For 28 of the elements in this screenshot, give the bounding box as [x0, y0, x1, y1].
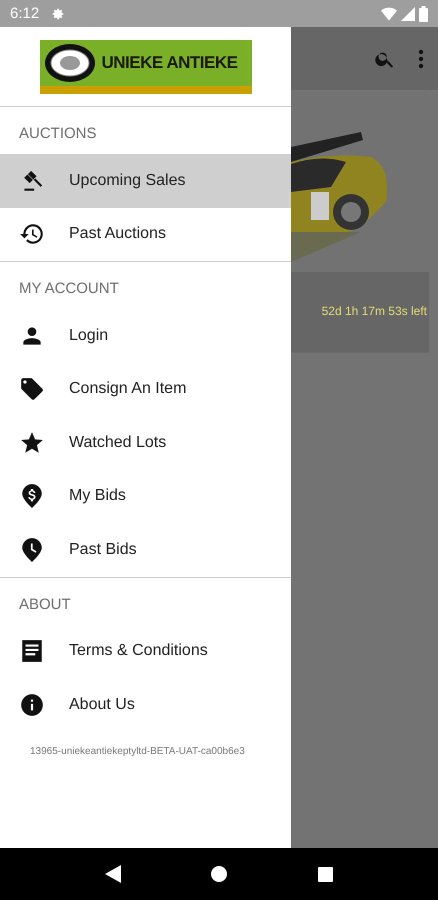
menu-item[interactable]: About Us [0, 678, 291, 732]
section-heading: ABOUT [18, 594, 72, 614]
menu-item[interactable]: Login [0, 309, 291, 362]
more-icon[interactable] [418, 48, 424, 68]
status-time: 6:12 [10, 5, 40, 22]
menu-item[interactable]: Past Auctions [0, 208, 291, 261]
home-icon[interactable] [211, 866, 228, 882]
menu-item[interactable]: My Bids [0, 470, 291, 523]
gear-icon [51, 6, 66, 20]
menu-item[interactable]: Terms & Conditions [0, 624, 291, 678]
menu-item[interactable]: Past Bids [0, 523, 291, 576]
signal-icon [401, 6, 415, 20]
wifi-icon [381, 6, 397, 20]
version-text: 13965-uniekeantiekeptyltd-BETA-UAT-ca00b6e3 [29, 744, 246, 756]
logo-title: UNIEKE ANTIEKE [102, 52, 238, 72]
info-icon [19, 692, 45, 718]
section-heading: AUCTIONS [18, 124, 98, 144]
lot-card[interactable]: 52d 1h 17m 53s left [291, 92, 429, 353]
time-left: 52d 1h 17m 53s left [320, 303, 428, 318]
menu-item[interactable]: Consign An Item [0, 362, 291, 416]
battery-icon [419, 6, 428, 22]
section-heading: MY ACCOUNT [18, 279, 120, 299]
back-icon[interactable] [105, 865, 122, 883]
menu-item[interactable]: Upcoming Sales [0, 154, 291, 208]
tag-icon [19, 376, 45, 402]
menu-item[interactable]: Watched Lots [0, 416, 291, 470]
recents-icon[interactable] [318, 866, 333, 882]
emblem-icon [44, 42, 96, 82]
